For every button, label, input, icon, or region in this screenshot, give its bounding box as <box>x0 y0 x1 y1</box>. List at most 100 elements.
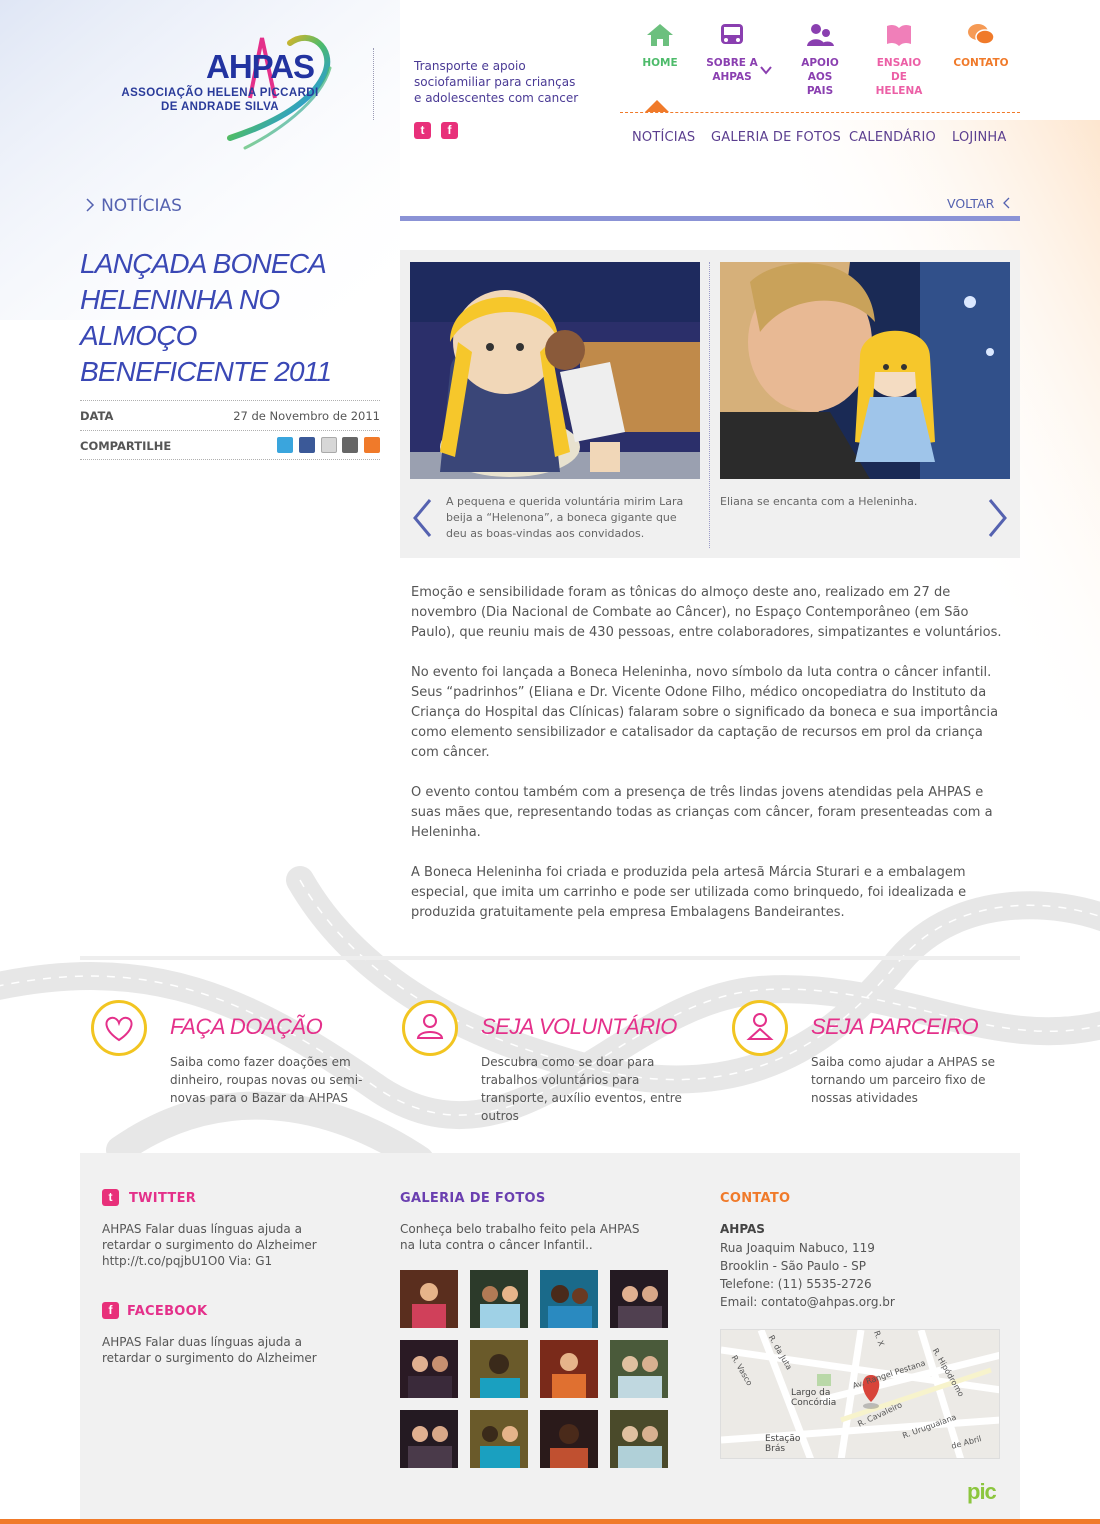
thumbnail[interactable] <box>610 1270 668 1328</box>
logo-subtitle-2: DE ANDRADE SILVA <box>161 101 279 113</box>
footer-gallery-title: GALERIA DE FOTOS <box>400 1191 546 1206</box>
chat-icon <box>968 24 995 45</box>
nav-divider <box>620 112 1020 113</box>
subnav-calendario[interactable]: CALENDÁRIO <box>849 130 936 145</box>
article-body: Emoção e sensibilidade foram as tônicas … <box>411 583 1007 943</box>
twitter-icon[interactable]: t <box>102 1189 119 1206</box>
twitter-icon[interactable]: t <box>414 122 431 139</box>
nav-contato[interactable]: CONTATO <box>941 22 1021 70</box>
gallery-photo-1[interactable] <box>410 262 700 479</box>
subnav-noticias[interactable]: NOTÍCIAS <box>632 130 695 145</box>
gallery-caption-1: A pequena e querida voluntária mirim Lar… <box>446 495 684 540</box>
thumbnail[interactable] <box>470 1340 528 1398</box>
article-date: 27 de Novembro de 2011 <box>233 409 380 423</box>
contact-email[interactable]: Email: contato@ahpas.org.br <box>720 1293 895 1311</box>
thumbnail[interactable] <box>470 1270 528 1328</box>
cta-volunteer-title: SEJA VOLUNTÁRIO <box>481 1014 677 1039</box>
cta-donate-text: Saiba como fazer doações em dinheiro, ro… <box>170 1055 363 1105</box>
cta-divider <box>80 956 1020 960</box>
contact-line: Brooklin - São Paulo - SP <box>720 1259 867 1273</box>
subnav-lojinha[interactable]: LOJINHA <box>952 130 1006 145</box>
contact-map[interactable]: R. Vasco R. da Juta Largo da Concórdia A… <box>720 1329 1000 1459</box>
chevron-down-icon[interactable] <box>759 62 773 76</box>
facebook-icon[interactable]: f <box>102 1302 119 1319</box>
active-nav-indicator <box>645 100 669 112</box>
share-label: COMPARTILHE <box>80 439 172 453</box>
share-icons <box>275 437 380 453</box>
contact-line: Rua Joaquim Nabuco, 119 <box>720 1241 875 1255</box>
map-label: Estação Brás <box>765 1434 801 1454</box>
cta-volunteer[interactable]: SEJA VOLUNTÁRIO Descubra como se doar pa… <box>402 1000 702 1123</box>
footer-facebook-title: FACEBOOK <box>127 1304 208 1319</box>
thumbnail[interactable] <box>540 1270 598 1328</box>
article-paragraph: O evento contou também com a presença de… <box>411 785 993 840</box>
gallery-caption-2: Eliana se encanta com a Heleninha. <box>720 495 918 508</box>
footer-twitter-text: AHPAS Falar duas línguas ajuda a retarda… <box>102 1222 317 1268</box>
nav-apoio[interactable]: APOIO AOS PAIS <box>780 22 860 98</box>
print-icon[interactable] <box>342 437 359 453</box>
nav-home[interactable]: HOME <box>620 22 700 70</box>
email-icon[interactable] <box>320 437 337 453</box>
article-paragraph: No evento foi lançada a Boneca Heleninha… <box>411 665 999 760</box>
breadcrumb[interactable]: NOTÍCIAS <box>84 196 182 216</box>
thumbnail[interactable] <box>540 1410 598 1468</box>
thumbnail[interactable] <box>610 1340 668 1398</box>
heart-icon <box>91 1000 147 1056</box>
tagline: Transporte e apoio sociofamiliar para cr… <box>414 59 579 105</box>
article-paragraph: A Boneca Heleninha foi criada e produzid… <box>411 865 967 920</box>
thumbnail[interactable] <box>610 1410 668 1468</box>
logo-text: AHPAS <box>206 48 315 85</box>
thumbnail[interactable] <box>400 1340 458 1398</box>
footer-twitter-title: TWITTER <box>129 1191 197 1206</box>
facebook-icon[interactable] <box>299 437 316 453</box>
people-icon <box>807 24 834 46</box>
nav-ensaio[interactable]: ENSAIO DE HELENA <box>859 22 939 98</box>
subnav-galeria[interactable]: GALERIA DE FOTOS <box>711 130 841 145</box>
footer-contact-address: Rua Joaquim Nabuco, 119 Brooklin - São P… <box>720 1239 895 1311</box>
footer-contact-title: CONTATO <box>720 1191 791 1206</box>
bus-icon <box>721 24 743 44</box>
home-icon <box>647 24 673 46</box>
section-bar <box>400 216 1020 221</box>
twitter-icon[interactable] <box>277 437 294 453</box>
back-label: VOLTAR <box>947 196 995 211</box>
map-label: Largo da Concórdia <box>791 1388 837 1408</box>
back-link[interactable]: VOLTAR <box>947 196 1012 211</box>
footer-contact-name: AHPAS <box>720 1222 765 1236</box>
footer: t TWITTER AHPAS Falar duas línguas ajuda… <box>80 1153 1020 1519</box>
article-title: LANÇADA BONECA HELENINHA NO ALMOÇO BENEF… <box>80 248 332 387</box>
logo[interactable]: AHPAS ASSOCIAÇÃO HELENA PICCARDI DE ANDR… <box>100 28 350 163</box>
cta-volunteer-text: Descubra como se doar para trabalhos vol… <box>481 1055 682 1123</box>
plus-icon[interactable] <box>364 437 380 453</box>
footer-facebook-text: AHPAS Falar duas línguas ajuda a retarda… <box>102 1335 317 1365</box>
gallery-photo-2[interactable] <box>720 262 1010 479</box>
nav-contato-label: CONTATO <box>953 57 1009 69</box>
facebook-icon[interactable]: f <box>441 122 458 139</box>
logo-subtitle-1: ASSOCIAÇÃO HELENA PICCARDI <box>121 87 319 99</box>
cta-partner[interactable]: SEJA PARCEIRO Saiba como ajudar a AHPAS … <box>732 1000 1012 1120</box>
header-divider <box>373 48 374 120</box>
nav-apoio-label: APOIO AOS PAIS <box>801 57 839 97</box>
gallery-prev-arrow[interactable] <box>410 498 436 538</box>
chevron-left-icon <box>1003 197 1010 209</box>
volunteer-icon <box>402 1000 458 1056</box>
footer-thumbnails <box>400 1270 670 1470</box>
bottom-bar <box>0 1519 1100 1524</box>
gallery-next-arrow[interactable] <box>984 498 1010 538</box>
designer-logo[interactable]: pic <box>967 1479 997 1505</box>
cta-donate-title: FAÇA DOAÇÃO <box>170 1014 323 1039</box>
thumbnail[interactable] <box>470 1410 528 1468</box>
chevron-right-icon <box>86 198 95 212</box>
date-label: DATA <box>80 409 114 423</box>
breadcrumb-label: NOTÍCIAS <box>101 196 182 216</box>
thumbnail[interactable] <box>540 1340 598 1398</box>
nav-home-label: HOME <box>642 57 678 69</box>
book-icon <box>887 24 911 46</box>
photo-gallery: A pequena e querida voluntária mirim Lar… <box>400 250 1020 558</box>
cta-partner-text: Saiba como ajudar a AHPAS se tornando um… <box>811 1055 996 1105</box>
thumbnail[interactable] <box>400 1410 458 1468</box>
article-paragraph: Emoção e sensibilidade foram as tônicas … <box>411 585 1002 640</box>
cta-donate[interactable]: FAÇA DOAÇÃO Saiba como fazer doações em … <box>91 1000 381 1120</box>
thumbnail[interactable] <box>400 1270 458 1328</box>
contact-line: Telefone: (11) 5535-2726 <box>720 1277 872 1291</box>
